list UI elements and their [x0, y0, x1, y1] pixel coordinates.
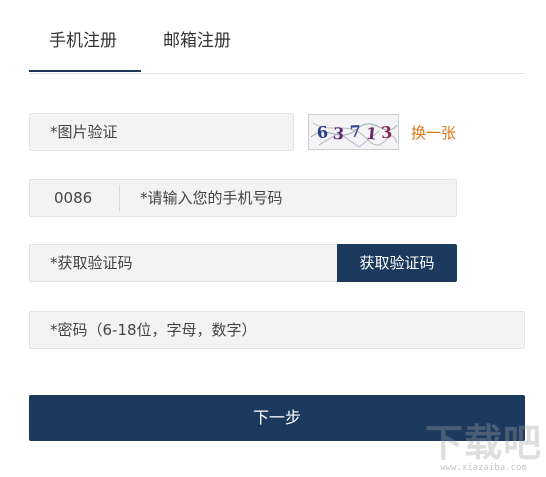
- captcha-char-5: 3: [380, 122, 393, 142]
- get-code-button[interactable]: 获取验证码: [337, 244, 457, 282]
- watermark-url: www.xiazaiba.com: [440, 463, 527, 473]
- register-tabs: 手机注册 邮箱注册: [29, 0, 525, 74]
- captcha-image[interactable]: 6 3 7 1 3: [308, 114, 399, 150]
- phone-input[interactable]: 0086 *请输入您的手机号码: [29, 179, 457, 217]
- sms-code-input[interactable]: *获取验证码: [29, 244, 339, 282]
- tab-email-register[interactable]: 邮箱注册: [163, 26, 231, 51]
- country-code-divider: [119, 185, 120, 211]
- sms-code-placeholder: *获取验证码: [50, 254, 133, 272]
- active-tab-indicator: [29, 70, 141, 72]
- captcha-input[interactable]: *图片验证: [29, 113, 294, 151]
- captcha-char-1: 6: [316, 122, 329, 142]
- captcha-char-2: 3: [332, 124, 345, 144]
- password-input[interactable]: *密码（6-18位，字母，数字）: [29, 311, 525, 349]
- captcha-placeholder: *图片验证: [50, 123, 118, 141]
- refresh-captcha-link[interactable]: 换一张: [411, 122, 456, 143]
- password-placeholder: *密码（6-18位，字母，数字）: [50, 321, 257, 339]
- next-step-button[interactable]: 下一步: [29, 395, 525, 441]
- captcha-char-4: 1: [365, 124, 378, 144]
- phone-placeholder: *请输入您的手机号码: [140, 189, 283, 207]
- tab-phone-register[interactable]: 手机注册: [49, 26, 117, 51]
- captcha-graphic: 6 3 7 1 3: [310, 122, 398, 148]
- country-code[interactable]: 0086: [54, 180, 92, 216]
- captcha-char-3: 7: [349, 122, 361, 142]
